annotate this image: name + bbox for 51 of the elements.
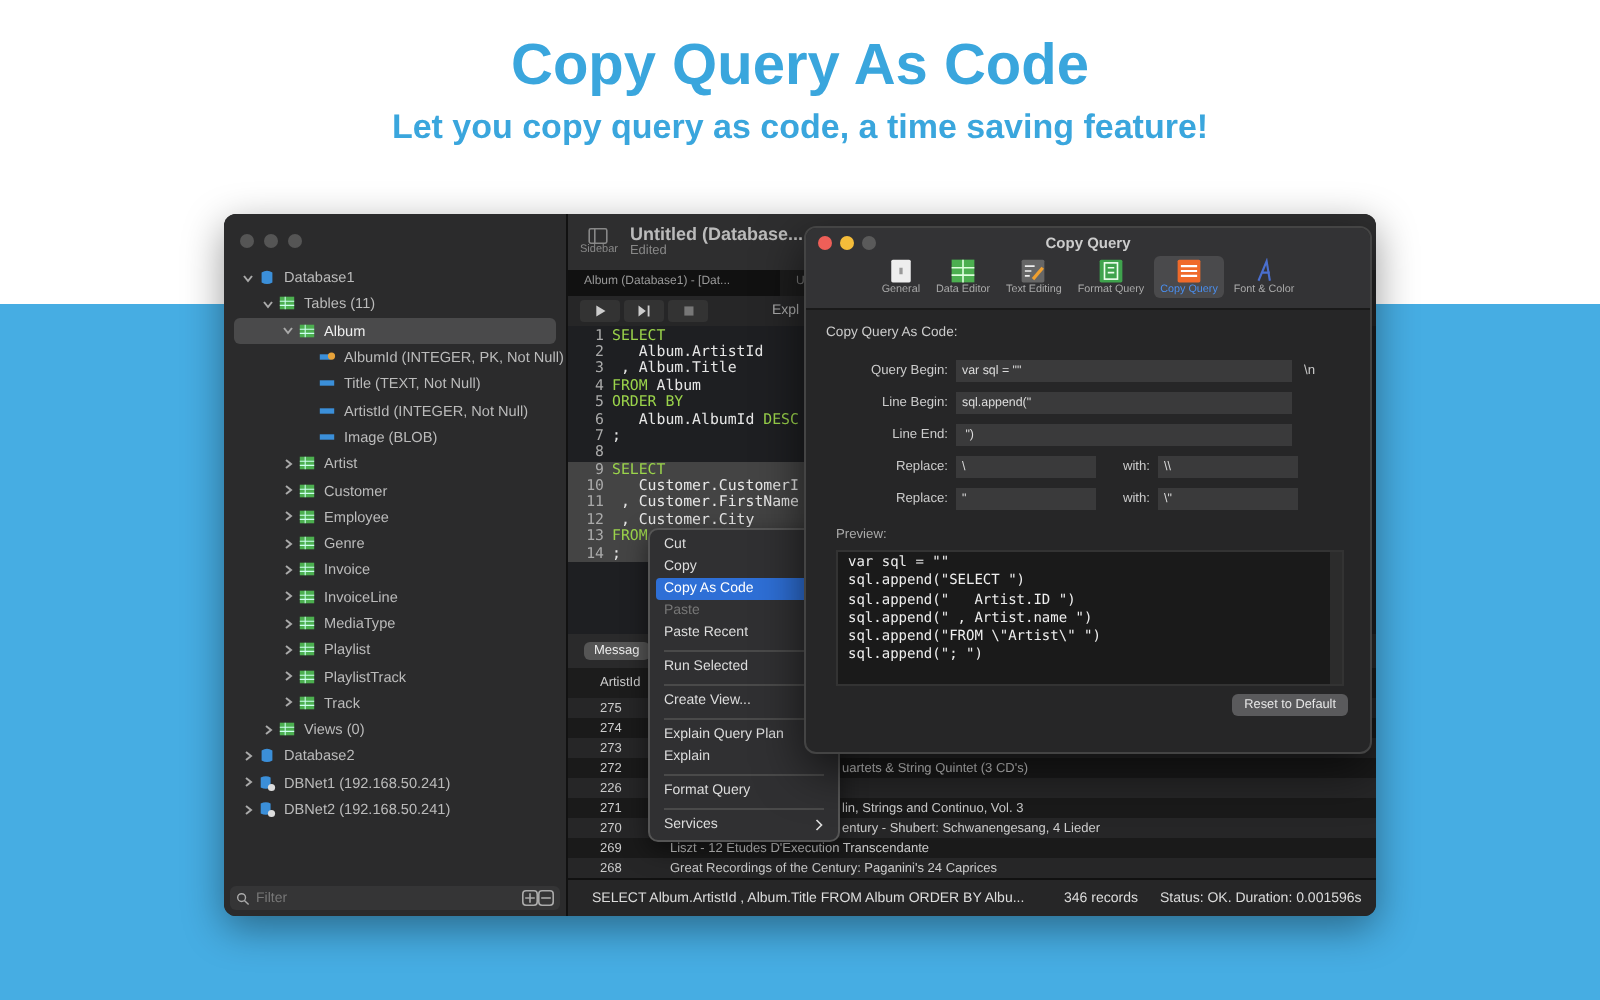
chevron-icon[interactable] <box>282 590 294 603</box>
table-icon <box>278 720 296 739</box>
run-icon[interactable] <box>580 299 620 322</box>
text-pencil-icon <box>1020 258 1047 284</box>
network-database-icon <box>258 773 276 792</box>
window-title: Untitled (Database... <box>629 224 803 245</box>
chevron-icon[interactable] <box>282 696 294 709</box>
chevron-icon[interactable] <box>282 484 294 497</box>
submenu-chevron-icon <box>814 818 824 832</box>
chevron-icon[interactable] <box>282 510 294 523</box>
table-icon <box>298 640 316 659</box>
filter-options-icon[interactable] <box>522 890 554 906</box>
chevron-icon[interactable] <box>262 723 274 736</box>
stop-icon[interactable] <box>668 299 708 322</box>
table-icon <box>298 507 316 526</box>
switch-icon <box>887 258 914 284</box>
chevron-icon[interactable] <box>282 537 294 550</box>
table-icon <box>298 614 316 632</box>
sidebar-icon <box>588 227 609 244</box>
table-icon <box>278 294 296 313</box>
list-icon <box>1176 258 1202 284</box>
chevron-icon[interactable] <box>242 776 254 789</box>
table-icon <box>298 454 316 473</box>
network-database-icon <box>258 800 276 819</box>
table-icon <box>298 587 316 606</box>
document-icon <box>1098 258 1124 284</box>
chevron-icon[interactable] <box>242 749 254 762</box>
table-icon <box>298 560 316 579</box>
search-icon <box>236 891 250 905</box>
database-icon <box>258 746 276 765</box>
minimize-icon[interactable] <box>840 236 854 250</box>
database-icon <box>258 268 276 287</box>
chevron-icon[interactable] <box>242 803 254 816</box>
subheadline: Let you copy query as code, a time saving feature! <box>389 108 1211 148</box>
close-icon[interactable] <box>818 236 832 250</box>
chevron-icon[interactable] <box>282 670 294 683</box>
table-icon <box>298 667 316 686</box>
chevron-icon[interactable] <box>282 643 294 656</box>
step-icon[interactable] <box>624 299 664 322</box>
chevron-icon[interactable] <box>262 297 274 310</box>
table-icon <box>298 321 316 340</box>
chevron-icon[interactable] <box>282 457 294 470</box>
chevron-icon[interactable] <box>282 617 294 629</box>
chevron-icon[interactable] <box>282 563 294 576</box>
chevron-icon[interactable] <box>242 271 254 284</box>
headline: Copy Query As Code <box>509 32 1091 100</box>
table-icon <box>298 481 316 500</box>
grid-icon <box>950 258 977 284</box>
table-icon <box>298 693 316 712</box>
chevron-icon[interactable] <box>282 324 294 337</box>
table-icon <box>298 534 316 553</box>
